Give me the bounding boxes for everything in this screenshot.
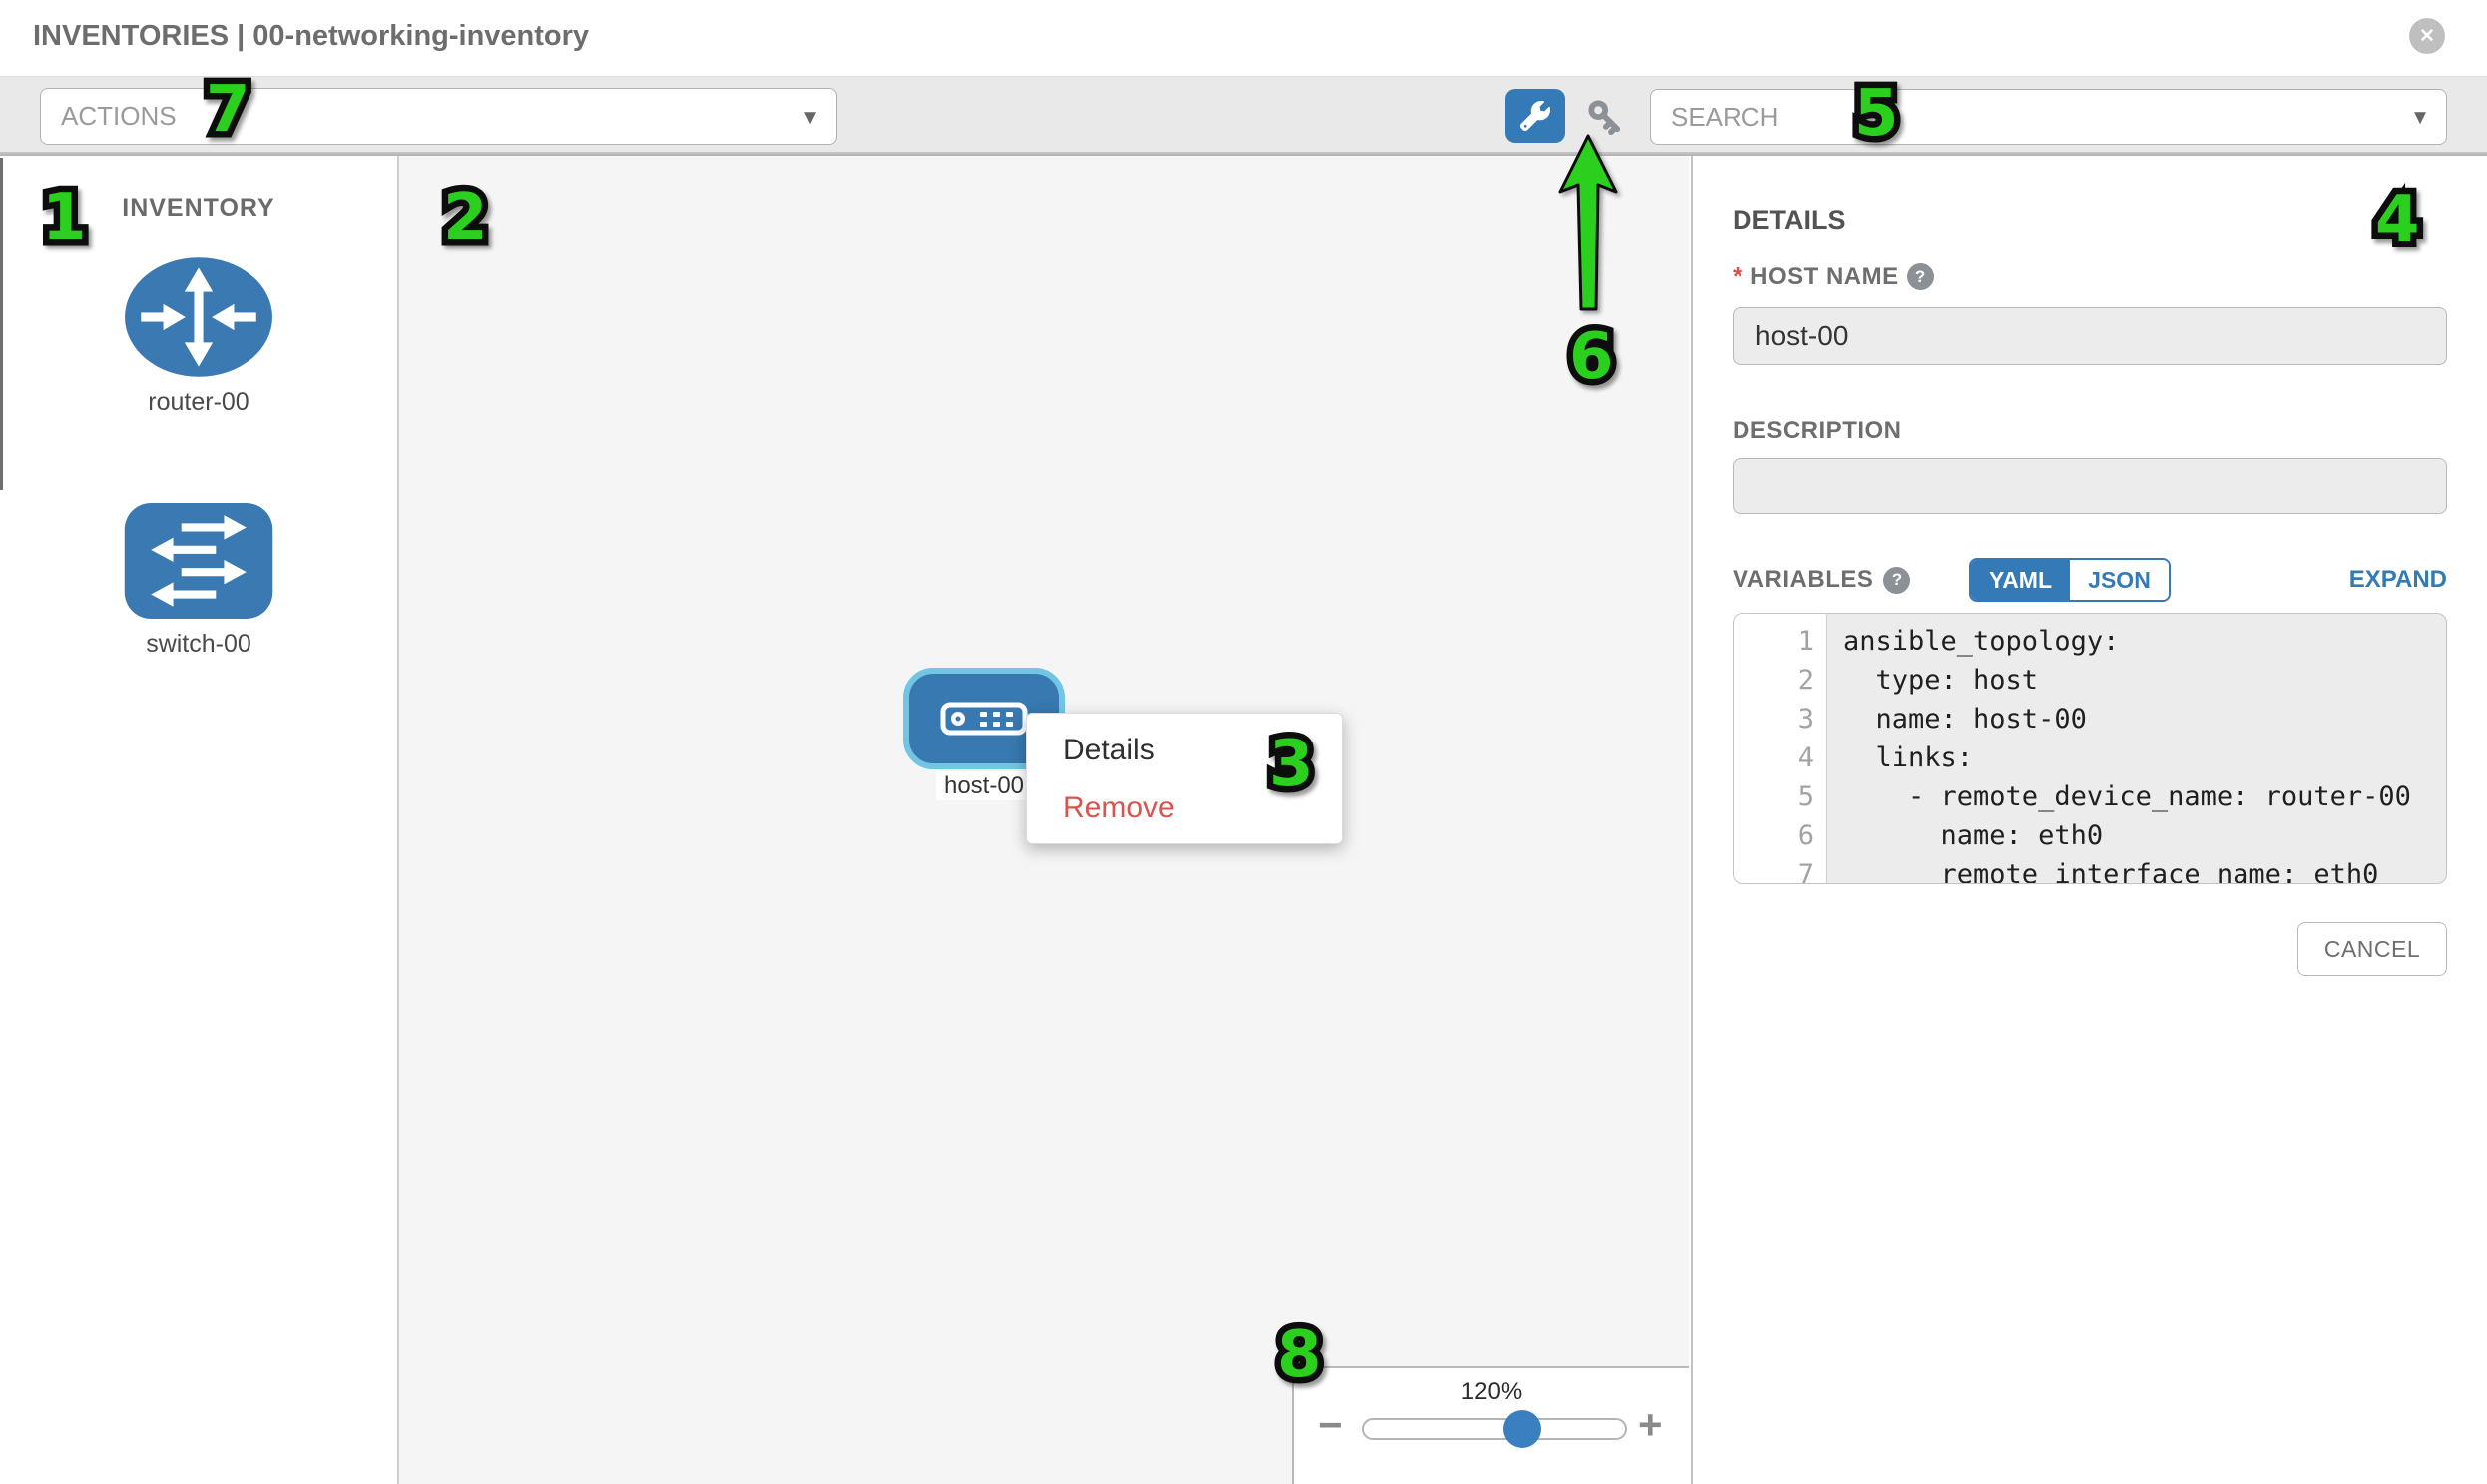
expand-link[interactable]: EXPAND — [2349, 566, 2447, 594]
configure-button[interactable] — [1505, 89, 1565, 143]
menu-item-details[interactable]: Details — [1027, 722, 1342, 779]
question-circle-icon[interactable]: ? — [1907, 263, 1934, 290]
close-icon[interactable]: ✕ — [2409, 18, 2445, 54]
router-icon — [123, 255, 274, 379]
actions-dropdown-label: ACTIONS — [61, 101, 177, 132]
code-line: ansible_topology: — [1843, 622, 2446, 661]
code-line: type: host — [1843, 661, 2446, 700]
code-lines: ansible_topology: type: host name: host-… — [1827, 614, 2446, 883]
code-line: name: eth0 — [1843, 816, 2446, 855]
variables-code-editor[interactable]: 1 2 3 4 5 6 7 ansible_topology: type: ho… — [1733, 613, 2447, 884]
key-icon — [1582, 94, 1628, 140]
json-toggle-button[interactable]: JSON — [2070, 560, 2169, 600]
toolbar: ACTIONS ▾ SEARCH ▾ — [0, 76, 2487, 154]
content-area: INVENTORY router-00 — [0, 154, 2487, 1484]
line-number: 6 — [1734, 816, 1826, 855]
line-number-gutter: 1 2 3 4 5 6 7 — [1734, 614, 1827, 883]
zoom-control: 120% − + — [1292, 1366, 1689, 1484]
title-bar: INVENTORIES | 00-networking-inventory ✕ — [0, 0, 2487, 76]
chevron-down-icon: ▾ — [2414, 103, 2426, 132]
code-line: links: — [1843, 739, 2446, 777]
device-label: switch-00 — [0, 630, 397, 659]
host-name-label-row: * HOST NAME ? — [1733, 261, 1934, 292]
actions-dropdown[interactable]: ACTIONS ▾ — [40, 88, 837, 145]
zoom-in-button[interactable]: + — [1638, 1404, 1663, 1446]
zoom-slider-handle[interactable] — [1503, 1410, 1541, 1448]
zoom-out-button[interactable]: − — [1318, 1404, 1343, 1446]
inventory-sidebar: INVENTORY router-00 — [0, 156, 399, 1484]
line-number: 3 — [1734, 700, 1826, 739]
variables-label: VARIABLES — [1733, 566, 1873, 594]
wrench-icon — [1520, 101, 1550, 131]
line-number: 4 — [1734, 739, 1826, 777]
sidebar-title: INVENTORY — [0, 194, 397, 223]
search-dropdown[interactable]: SEARCH ▾ — [1650, 89, 2447, 145]
description-label-row: DESCRIPTION — [1733, 417, 1902, 445]
variables-format-toggle: YAML JSON — [1969, 558, 2171, 602]
variables-header-row: VARIABLES ? YAML JSON EXPAND — [1733, 558, 2447, 606]
description-input[interactable] — [1733, 458, 2447, 514]
zoom-value: 120% — [1294, 1378, 1689, 1406]
zoom-slider-track[interactable] — [1362, 1418, 1627, 1440]
code-line: name: host-00 — [1843, 700, 2446, 739]
page-title: INVENTORIES | 00-networking-inventory — [33, 20, 589, 53]
host-icon — [940, 702, 1028, 736]
description-label: DESCRIPTION — [1733, 417, 1902, 445]
details-panel: DETAILS * HOST NAME ? host-00 DESCRIPTIO… — [1691, 156, 2487, 1484]
details-panel-title: DETAILS — [1733, 205, 1846, 236]
key-button[interactable] — [1581, 93, 1629, 141]
switch-icon — [122, 501, 275, 621]
yaml-toggle-button[interactable]: YAML — [1971, 560, 2070, 600]
topology-canvas[interactable]: host-00 Details Remove 120% − + — [399, 156, 1689, 1484]
device-label: router-00 — [0, 388, 397, 417]
code-line: - remote_device_name: router-00 — [1843, 777, 2446, 816]
question-circle-icon[interactable]: ? — [1883, 567, 1910, 594]
cancel-button[interactable]: CANCEL — [2297, 922, 2447, 976]
palette-device-router[interactable]: router-00 — [0, 255, 397, 417]
palette-device-switch[interactable]: switch-00 — [0, 501, 397, 659]
host-name-value: host-00 — [1755, 320, 1848, 352]
line-number: 7 — [1734, 855, 1826, 884]
host-name-input[interactable]: host-00 — [1733, 307, 2447, 365]
code-line: remote_interface_name: eth0 — [1843, 855, 2446, 883]
search-dropdown-label: SEARCH — [1671, 102, 1778, 133]
node-context-menu: Details Remove — [1026, 713, 1343, 844]
line-number: 2 — [1734, 661, 1826, 700]
chevron-down-icon: ▾ — [804, 102, 816, 131]
required-mark: * — [1733, 261, 1742, 292]
line-number: 5 — [1734, 777, 1826, 816]
line-number: 1 — [1734, 622, 1826, 661]
inventory-topology-window: INVENTORIES | 00-networking-inventory ✕ … — [0, 0, 2487, 1484]
menu-item-remove[interactable]: Remove — [1027, 779, 1342, 837]
host-name-label: HOST NAME — [1750, 263, 1899, 291]
